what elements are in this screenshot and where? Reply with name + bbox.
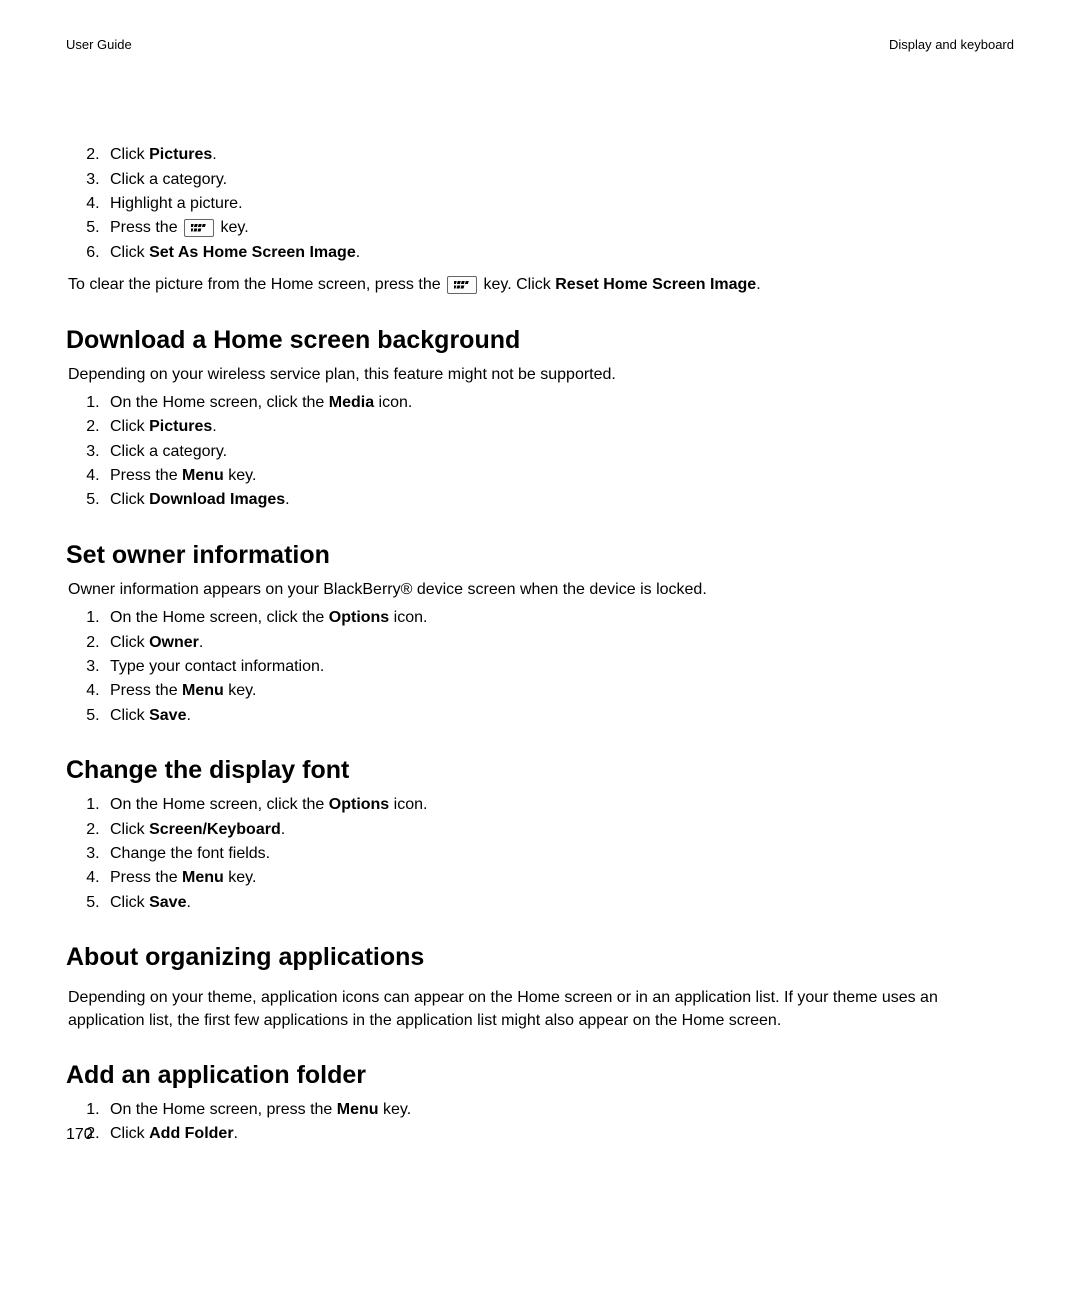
- list-item: On the Home screen, press the Menu key.: [104, 1099, 1014, 1121]
- font-steps-list: On the Home screen, click the Options ic…: [66, 794, 1014, 914]
- bold-term: Screen/Keyboard: [149, 821, 281, 838]
- page-number: 170: [66, 1124, 93, 1146]
- list-item: Change the font fields.: [104, 843, 1014, 865]
- list-item: Click a category.: [104, 441, 1014, 463]
- download-intro: Depending on your wireless service plan,…: [68, 364, 1014, 386]
- list-item: Press the Menu key.: [104, 680, 1014, 702]
- list-item: Click Pictures.: [104, 144, 1014, 166]
- list-item: Highlight a picture.: [104, 193, 1014, 215]
- bold-term: Add Folder: [149, 1125, 233, 1142]
- bold-term: Pictures: [149, 146, 212, 163]
- list-item: Click Add Folder.: [104, 1123, 1014, 1145]
- bold-term: Save: [149, 707, 186, 724]
- bold-term: Owner: [149, 634, 199, 651]
- header-left: User Guide: [66, 36, 132, 54]
- heading-change-font: Change the display font: [66, 753, 1014, 788]
- header-right: Display and keyboard: [889, 36, 1014, 54]
- heading-add-folder: Add an application folder: [66, 1058, 1014, 1093]
- bold-term: Menu: [337, 1101, 379, 1118]
- bold-term: Options: [329, 609, 389, 626]
- list-item: Click Download Images.: [104, 489, 1014, 511]
- list-item: Click Screen/Keyboard.: [104, 819, 1014, 841]
- list-item: On the Home screen, click the Options ic…: [104, 607, 1014, 629]
- list-item: Type your contact information.: [104, 656, 1014, 678]
- bold-term: Pictures: [149, 418, 212, 435]
- list-item: Click Pictures.: [104, 416, 1014, 438]
- bold-term: Download Images: [149, 491, 285, 508]
- bold-term: Set As Home Screen Image: [149, 244, 356, 261]
- bold-term: Save: [149, 894, 186, 911]
- blackberry-menu-key-icon: [184, 219, 214, 237]
- owner-intro: Owner information appears on your BlackB…: [68, 579, 1014, 601]
- download-steps-list: On the Home screen, click the Media icon…: [66, 392, 1014, 512]
- owner-steps-list: On the Home screen, click the Options ic…: [66, 607, 1014, 727]
- list-item: Click a category.: [104, 169, 1014, 191]
- bold-term: Menu: [182, 682, 224, 699]
- list-item: On the Home screen, click the Options ic…: [104, 794, 1014, 816]
- bold-term: Menu: [182, 467, 224, 484]
- page-container: User Guide Display and keyboard Click Pi…: [0, 0, 1080, 1146]
- heading-organize-apps: About organizing applications: [66, 940, 1014, 975]
- note-prefix: To clear the picture from the Home scree…: [68, 276, 445, 293]
- heading-set-owner: Set owner information: [66, 538, 1014, 573]
- organize-intro: Depending on your theme, application ico…: [68, 987, 1014, 1032]
- list-item: On the Home screen, click the Media icon…: [104, 392, 1014, 414]
- heading-download-background: Download a Home screen background: [66, 323, 1014, 358]
- note-middle: key. Click: [479, 276, 555, 293]
- bold-term: Media: [329, 394, 374, 411]
- list-item: Press the Menu key.: [104, 867, 1014, 889]
- blackberry-menu-key-icon: [447, 276, 477, 294]
- add-folder-steps-list: On the Home screen, press the Menu key.C…: [66, 1099, 1014, 1146]
- list-item: Press the key.: [104, 217, 1014, 239]
- continued-steps-list: Click Pictures. Click a category.Highligh…: [66, 144, 1014, 264]
- note-suffix: .: [756, 276, 760, 293]
- note-bold: Reset Home Screen Image: [555, 276, 756, 293]
- list-item: Click Set As Home Screen Image.: [104, 242, 1014, 264]
- bold-term: Menu: [182, 869, 224, 886]
- bold-term: Options: [329, 796, 389, 813]
- list-item: Click Save.: [104, 705, 1014, 727]
- clear-picture-note: To clear the picture from the Home scree…: [68, 274, 1014, 296]
- list-item: Click Owner.: [104, 632, 1014, 654]
- list-item: Click Save.: [104, 892, 1014, 914]
- page-header: User Guide Display and keyboard: [66, 36, 1014, 54]
- list-item: Press the Menu key.: [104, 465, 1014, 487]
